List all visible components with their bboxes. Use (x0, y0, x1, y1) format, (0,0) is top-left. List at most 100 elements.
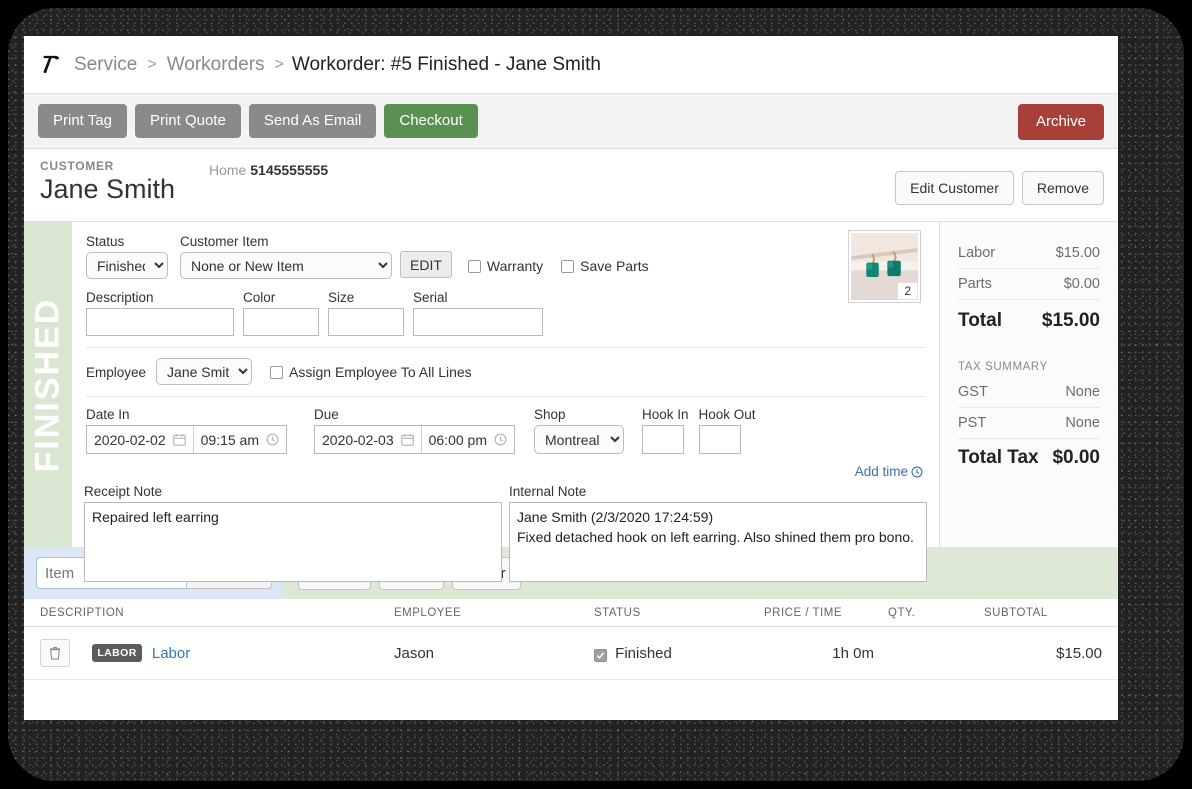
delete-line-button[interactable] (40, 639, 70, 667)
assign-all-checkbox-wrap[interactable]: Assign Employee To All Lines (270, 364, 472, 380)
assign-all-checkbox[interactable] (270, 365, 284, 379)
internal-note-label: Internal Note (509, 484, 587, 499)
column-header-subtotal: SUBTOTAL (984, 599, 1118, 627)
due-date-value[interactable]: 2020-02-03 (315, 432, 421, 448)
assign-all-label: Assign Employee To All Lines (289, 364, 472, 380)
warranty-checkbox-wrap[interactable]: Warranty (467, 258, 544, 274)
serial-input[interactable] (413, 308, 543, 336)
tax-pst-row: PST None (958, 408, 1100, 439)
breadcrumb-item-service[interactable]: Service (74, 54, 137, 76)
employee-row: Employee Jane Smith Assign Employee To A… (72, 358, 939, 385)
checkout-button[interactable]: Checkout (384, 104, 478, 138)
column-header-employee: EMPLOYEE (394, 599, 594, 627)
send-as-email-button[interactable]: Send As Email (248, 104, 377, 138)
photo-count-badge: 2 (897, 282, 918, 300)
table-row[interactable]: LABOR Labor Jason Finished 1h 0m $15.00 (24, 626, 1118, 680)
employee-label: Employee (86, 365, 147, 380)
receipt-note-textarea[interactable]: Repaired left earring (84, 502, 502, 582)
calendar-icon (172, 433, 186, 446)
edit-customer-button[interactable]: Edit Customer (895, 171, 1014, 205)
calendar-icon (400, 433, 414, 446)
shop-label: Shop (534, 407, 566, 422)
trash-icon (49, 647, 61, 660)
due-label: Due (314, 407, 339, 422)
description-label: Description (86, 290, 154, 305)
hook-out-input[interactable] (698, 425, 741, 454)
customer-phone-number: 5145555555 (250, 162, 329, 178)
hook-in-label: Hook In (642, 407, 689, 422)
totals-panel: Labor $15.00 Parts $0.00 Total $15.00 TA… (940, 222, 1118, 547)
totals-total-value: $15.00 (1041, 310, 1100, 331)
totals-total-row: Total $15.00 (958, 300, 1100, 339)
breadcrumb: Service > Workorders > Workorder: #5 Fin… (24, 36, 1118, 94)
items-table-header-row: DESCRIPTION EMPLOYEE STATUS PRICE / TIME… (24, 599, 1118, 627)
receipt-note-label: Receipt Note (84, 484, 163, 499)
customer-section: CUSTOMER Jane Smith Home 5145555555 Edit… (24, 149, 1118, 222)
totals-labor-row: Labor $15.00 (958, 238, 1100, 269)
status-row: Status Finished Customer Item None or Ne… (72, 234, 939, 279)
totals-total-label: Total (958, 310, 1002, 331)
breadcrumb-item-current: Workorder: #5 Finished - Jane Smith (291, 53, 601, 75)
remove-customer-button[interactable]: Remove (1021, 171, 1104, 205)
due-date-group[interactable]: 2020-02-03 06:00 pm (314, 425, 515, 454)
customer-phone-label: Home (209, 162, 247, 178)
customer-item-label: Customer Item (180, 234, 269, 249)
archive-button[interactable]: Archive (1017, 104, 1104, 140)
screen-frame: Service > Workorders > Workorder: #5 Fin… (0, 0, 1192, 789)
status-ribbon: FINISHED (24, 222, 72, 547)
hook-out-label: Hook Out (698, 407, 756, 422)
tax-pst-label: PST (958, 415, 987, 431)
employee-select[interactable]: Jane Smith (156, 358, 253, 385)
edit-item-button[interactable]: EDIT (400, 251, 452, 278)
tax-gst-value: None (1065, 384, 1100, 400)
save-parts-checkbox-wrap[interactable]: Save Parts (561, 258, 649, 274)
breadcrumb-separator-1: > (147, 55, 157, 73)
add-time-link[interactable]: Add time (855, 464, 923, 479)
tax-pst-value: None (1065, 415, 1100, 431)
clock-icon (911, 465, 923, 478)
row-qty-cell (874, 626, 984, 680)
dates-row: Date In 2020-02-02 09:15 am Due 2020-02-… (72, 407, 939, 479)
column-header-qty: QTY. (874, 599, 984, 627)
time-in-value[interactable]: 09:15 am (194, 432, 286, 448)
size-label: Size (328, 290, 355, 305)
breadcrumb-item-workorders[interactable]: Workorders (167, 54, 265, 76)
date-in-label: Date In (86, 407, 130, 422)
column-header-status: STATUS (594, 599, 764, 627)
print-tag-button[interactable]: Print Tag (38, 104, 127, 138)
line-type-badge: LABOR (92, 644, 142, 662)
totals-parts-value: $0.00 (1063, 276, 1100, 292)
status-label: Status (86, 234, 125, 249)
column-header-price-time: PRICE / TIME (764, 599, 874, 627)
save-parts-checkbox[interactable] (561, 259, 575, 273)
warranty-label: Warranty (486, 258, 544, 274)
description-input[interactable] (86, 308, 234, 336)
totals-parts-row: Parts $0.00 (958, 269, 1100, 300)
row-status-cell[interactable]: Finished (594, 626, 764, 680)
tax-gst-row: GST None (958, 377, 1100, 408)
line-status-label: Finished (615, 644, 672, 662)
print-quote-button[interactable]: Print Quote (134, 104, 241, 138)
app-card: Service > Workorders > Workorder: #5 Fin… (24, 36, 1118, 720)
shop-select[interactable]: Montreal (534, 425, 624, 454)
workorder-body: FINISHED 2 Status Finished Customer Item… (24, 222, 1118, 582)
hook-in-input[interactable] (642, 425, 684, 454)
date-in-group[interactable]: 2020-02-02 09:15 am (86, 425, 287, 454)
clock-icon (266, 433, 279, 446)
date-in-value[interactable]: 2020-02-02 (87, 432, 193, 448)
line-description-link[interactable]: Labor (152, 645, 190, 662)
customer-phone: Home 5145555555 (209, 162, 328, 178)
line-status-checkbox[interactable] (594, 648, 607, 662)
due-time-value[interactable]: 06:00 pm (422, 432, 514, 448)
internal-note-textarea[interactable]: Jane Smith (2/3/2020 17:24:59) Fixed det… (509, 502, 927, 582)
size-input[interactable] (328, 308, 404, 336)
item-details-row: Description Color Size Serial (72, 290, 939, 336)
row-price-time-cell: 1h 0m (764, 626, 874, 680)
divider-2 (86, 396, 925, 397)
warranty-checkbox[interactable] (467, 259, 481, 273)
status-select[interactable]: Finished (86, 252, 168, 279)
item-photo-thumbnail[interactable]: 2 (848, 230, 921, 303)
action-toolbar: Print Tag Print Quote Send As Email Chec… (24, 94, 1118, 149)
customer-item-select[interactable]: None or New Item (180, 252, 392, 279)
color-input[interactable] (243, 308, 319, 336)
